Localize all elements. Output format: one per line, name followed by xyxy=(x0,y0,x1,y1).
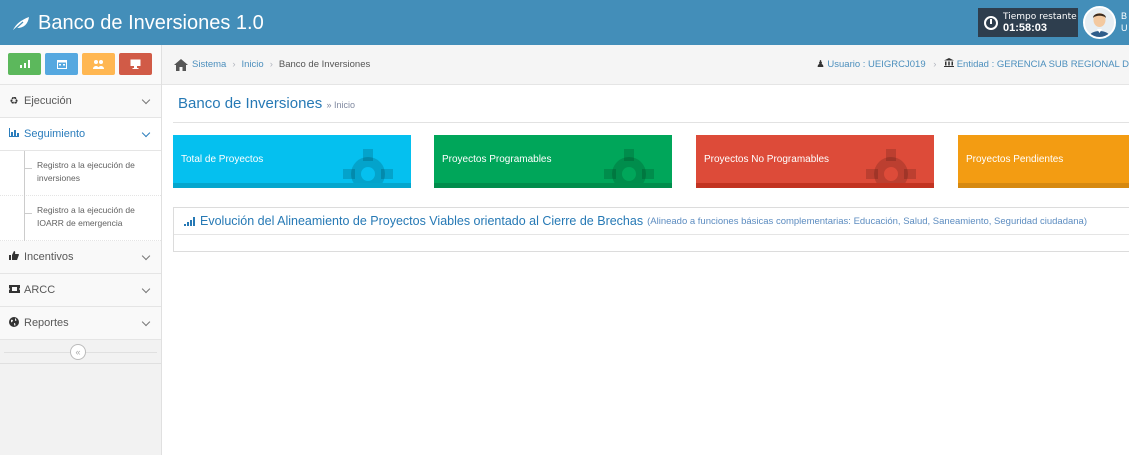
divider xyxy=(173,122,1129,123)
shortcut-signal-button[interactable] xyxy=(8,53,41,75)
sidebar-collapse-row: « xyxy=(0,340,161,364)
leaf-icon xyxy=(13,17,29,31)
chevron-down-icon xyxy=(141,95,151,105)
usuario-label: Usuario : UEIGRCJ019 xyxy=(827,59,926,70)
session-info: ♟ Usuario : UEIGRCJ019 › Entidad : GEREN… xyxy=(816,58,1129,70)
proyectos-pendientes-box[interactable]: Proyectos Pendientes xyxy=(958,135,1129,188)
app-brand[interactable]: Banco de Inversiones 1.0 xyxy=(12,10,264,36)
bar-chart-icon xyxy=(8,128,20,140)
globe-icon xyxy=(8,316,20,330)
total-proyectos-box[interactable]: Total de Proyectos xyxy=(173,135,411,188)
user-name-truncated[interactable]: B U xyxy=(1121,10,1129,34)
box-footer xyxy=(696,183,934,188)
alineamiento-panel: Evolución del Alineamiento de Proyectos … xyxy=(173,207,1129,252)
box-label: Proyectos Programables xyxy=(442,154,552,165)
sidebar-item-incentivos[interactable]: Incentivos xyxy=(0,241,161,274)
chevron-down-icon xyxy=(141,284,151,294)
sidebar-item-label: Ejecución xyxy=(24,95,72,107)
timer-value: 01:58:03 xyxy=(1003,21,1048,34)
top-navbar: Banco de Inversiones 1.0 Tiempo restante… xyxy=(0,0,1129,45)
gear-icon xyxy=(343,149,393,188)
shortcut-desktop-button[interactable] xyxy=(119,53,152,75)
box-footer xyxy=(434,183,672,188)
breadcrumb-sistema-link[interactable]: Sistema xyxy=(192,59,226,70)
page-subtitle: » Inicio xyxy=(326,100,355,110)
sidebar-subitem-registro-inversiones[interactable]: Registro a la ejecución de inversiones xyxy=(0,151,161,196)
signal-icon xyxy=(184,216,195,226)
institution-icon xyxy=(944,58,957,70)
panel-header: Evolución del Alineamiento de Proyectos … xyxy=(174,208,1129,235)
chevron-down-icon xyxy=(141,251,151,261)
thumbs-up-icon xyxy=(8,251,20,263)
sidebar-item-label: Reportes xyxy=(24,317,69,329)
user-avatar-icon xyxy=(1085,8,1114,37)
sidebar-subitem-registro-ioarr[interactable]: Registro a la ejecución de IOARR de emer… xyxy=(0,196,161,241)
desktop-icon xyxy=(130,59,141,69)
entidad-label: Entidad : GERENCIA SUB REGIONAL D xyxy=(956,59,1129,70)
gear-icon xyxy=(866,149,916,188)
shortcut-users-button[interactable] xyxy=(82,53,115,75)
gear-icon xyxy=(604,149,654,188)
sidebar-item-seguimiento[interactable]: Seguimiento xyxy=(0,118,161,151)
app-title: Banco de Inversiones 1.0 xyxy=(38,11,264,34)
ticket-icon xyxy=(8,284,20,296)
breadcrumb-separator: › xyxy=(232,59,236,70)
timer-label: Tiempo restante xyxy=(1003,11,1077,22)
proyectos-programables-box[interactable]: Proyectos Programables xyxy=(434,135,672,188)
breadcrumb-separator: › xyxy=(933,59,937,70)
sidebar-item-label: Incentivos xyxy=(24,251,74,263)
box-label: Proyectos No Programables xyxy=(704,154,830,165)
user-icon: ♟ xyxy=(816,59,825,70)
page-title-text: Banco de Inversiones xyxy=(178,95,323,112)
sidebar-item-ejecucion[interactable]: ♻ Ejecución xyxy=(0,85,161,118)
user-avatar[interactable] xyxy=(1083,6,1116,39)
breadcrumb-inicio-link[interactable]: Inicio xyxy=(242,59,264,70)
shortcut-calendar-button[interactable] xyxy=(45,53,78,75)
box-label: Proyectos Pendientes xyxy=(966,154,1064,165)
chevron-down-icon xyxy=(141,128,151,138)
signal-icon xyxy=(19,60,30,68)
breadcrumb: Sistema › Inicio › Banco de Inversiones … xyxy=(162,45,1129,85)
sidebar-collapse-button[interactable]: « xyxy=(70,344,86,360)
panel-title: Evolución del Alineamiento de Proyectos … xyxy=(200,214,644,228)
box-footer xyxy=(173,183,411,188)
sidebar-shortcuts xyxy=(0,45,161,85)
sidebar-item-arcc[interactable]: ARCC xyxy=(0,274,161,307)
breadcrumb-current: Banco de Inversiones xyxy=(278,59,371,70)
sidebar-item-reportes[interactable]: Reportes xyxy=(0,307,161,340)
proyectos-no-programables-box[interactable]: Proyectos No Programables xyxy=(696,135,934,188)
breadcrumb-separator: › xyxy=(269,59,273,70)
page-title: Banco de Inversiones » Inicio xyxy=(178,95,355,112)
sidebar: ♻ Ejecución Seguimiento Registro a la ej… xyxy=(0,45,162,455)
box-label: Total de Proyectos xyxy=(181,154,264,165)
session-timer: Tiempo restante 01:58:03 xyxy=(978,8,1078,37)
users-icon xyxy=(93,60,104,69)
sidebar-item-label: ARCC xyxy=(24,284,56,296)
calendar-icon xyxy=(56,60,67,69)
sidebar-item-label: Seguimiento xyxy=(24,128,86,140)
home-icon xyxy=(174,58,188,71)
chevron-down-icon xyxy=(141,317,151,327)
panel-subtitle: (Alineado a funciones básicas complement… xyxy=(647,215,1088,227)
recycle-icon: ♻ xyxy=(9,95,19,107)
clock-icon xyxy=(984,15,998,30)
box-footer xyxy=(958,183,1129,188)
